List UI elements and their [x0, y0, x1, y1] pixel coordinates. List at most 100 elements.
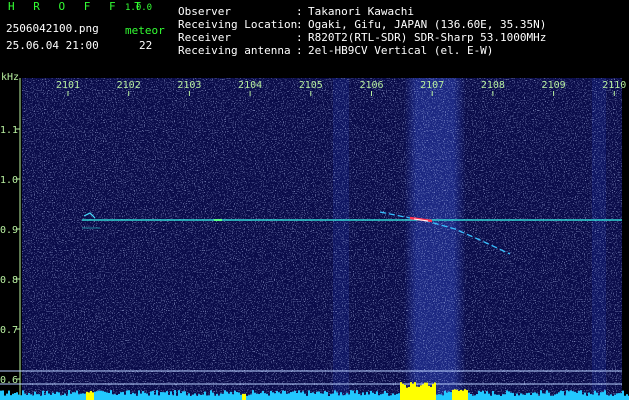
level-bar: [80, 393, 82, 400]
level-bar: [284, 390, 286, 400]
level-bar: [508, 391, 510, 400]
level-bar: [182, 391, 184, 400]
level-bar: [44, 394, 46, 400]
level-bar: [366, 391, 368, 400]
y-tick-label: 0.8: [0, 275, 18, 286]
level-bar: [276, 390, 278, 400]
frequency-axis: kHz1.11.00.90.80.70.6: [0, 72, 21, 400]
level-bar: [238, 392, 240, 400]
info-sep: :: [296, 5, 303, 18]
info-row-antenna: Receiving antenna:2el-HB9CV Vertical (el…: [178, 44, 546, 57]
level-bar: [482, 390, 484, 400]
time-tick-label: 2106: [359, 80, 383, 91]
level-bar: [460, 389, 462, 400]
level-bar: [216, 393, 218, 400]
level-bar: [436, 394, 438, 400]
level-bar: [66, 395, 68, 400]
level-bar: [38, 394, 40, 400]
level-bar: [326, 391, 328, 400]
level-bar: [402, 383, 404, 400]
spectrogram: kHz1.11.00.90.80.70.6 2101 2102 2103 2104 21…: [0, 72, 629, 400]
level-bar: [196, 395, 198, 400]
level-bar: [624, 395, 626, 400]
time-tick-label: 2110: [602, 80, 626, 91]
level-bar: [100, 390, 102, 400]
y-tick-label: 0.7: [0, 325, 18, 336]
level-bar: [368, 394, 370, 400]
level-bar: [626, 394, 628, 400]
level-bar: [42, 390, 44, 400]
level-bar: [40, 395, 42, 400]
level-bar: [58, 392, 60, 400]
level-bar: [392, 393, 394, 400]
level-bar: [334, 390, 336, 400]
level-bar: [410, 382, 412, 400]
level-bar: [372, 392, 374, 400]
level-bar: [450, 392, 452, 400]
info-key: Receiving Location: [178, 18, 298, 31]
time-tick-label: 2108: [481, 80, 505, 91]
level-bar: [260, 393, 262, 400]
level-bar: [490, 395, 492, 400]
level-bar: [48, 393, 50, 400]
level-bar: [568, 391, 570, 400]
level-bar: [458, 390, 460, 400]
level-bar: [92, 392, 94, 400]
level-bar: [540, 390, 542, 400]
level-bar: [510, 392, 512, 400]
level-bar: [248, 395, 250, 400]
level-bar: [566, 390, 568, 400]
level-bar: [6, 393, 8, 400]
level-bar: [128, 390, 130, 400]
level-bar: [82, 393, 84, 400]
level-bar: [184, 391, 186, 400]
level-bar: [528, 392, 530, 400]
level-bar: [380, 394, 382, 400]
level-bar: [586, 395, 588, 400]
level-bar: [468, 392, 470, 400]
level-bar: [420, 385, 422, 400]
level-bar: [390, 395, 392, 400]
level-bar: [244, 393, 246, 400]
level-bar: [108, 392, 110, 400]
level-bar: [416, 386, 418, 400]
level-bar: [178, 390, 180, 400]
level-bar: [590, 394, 592, 400]
level-bar: [0, 390, 2, 400]
info-value: Takanori Kawachi: [308, 5, 414, 18]
level-bar: [288, 393, 290, 400]
level-bar: [376, 391, 378, 400]
level-bar: [408, 386, 410, 400]
level-bar: [538, 395, 540, 400]
level-bar: [320, 393, 322, 400]
level-bar: [444, 390, 446, 400]
level-bar: [502, 394, 504, 400]
level-bar: [154, 394, 156, 400]
level-bar: [180, 393, 182, 400]
time-tick-label: 2109: [542, 80, 566, 91]
level-bar: [118, 393, 120, 400]
level-bar: [614, 394, 616, 400]
level-bar: [348, 394, 350, 400]
level-bar: [356, 390, 358, 400]
level-bar: [572, 391, 574, 400]
info-key: Observer: [178, 5, 231, 18]
level-bar: [386, 392, 388, 400]
level-bar: [552, 395, 554, 400]
level-bar: [186, 395, 188, 400]
level-bar: [214, 395, 216, 400]
level-bar: [74, 392, 76, 400]
level-bar: [378, 395, 380, 400]
level-bar: [170, 391, 172, 400]
level-bar: [512, 393, 514, 400]
level-bar: [446, 392, 448, 400]
level-bar: [592, 394, 594, 400]
level-bar: [232, 394, 234, 400]
level-bar: [558, 392, 560, 400]
level-bar: [516, 393, 518, 400]
level-bar: [188, 393, 190, 400]
level-bar: [602, 392, 604, 400]
level-bar: [78, 394, 80, 400]
info-row-observer: Observer: Takanori Kawachi: [178, 5, 546, 18]
level-bar: [596, 392, 598, 400]
